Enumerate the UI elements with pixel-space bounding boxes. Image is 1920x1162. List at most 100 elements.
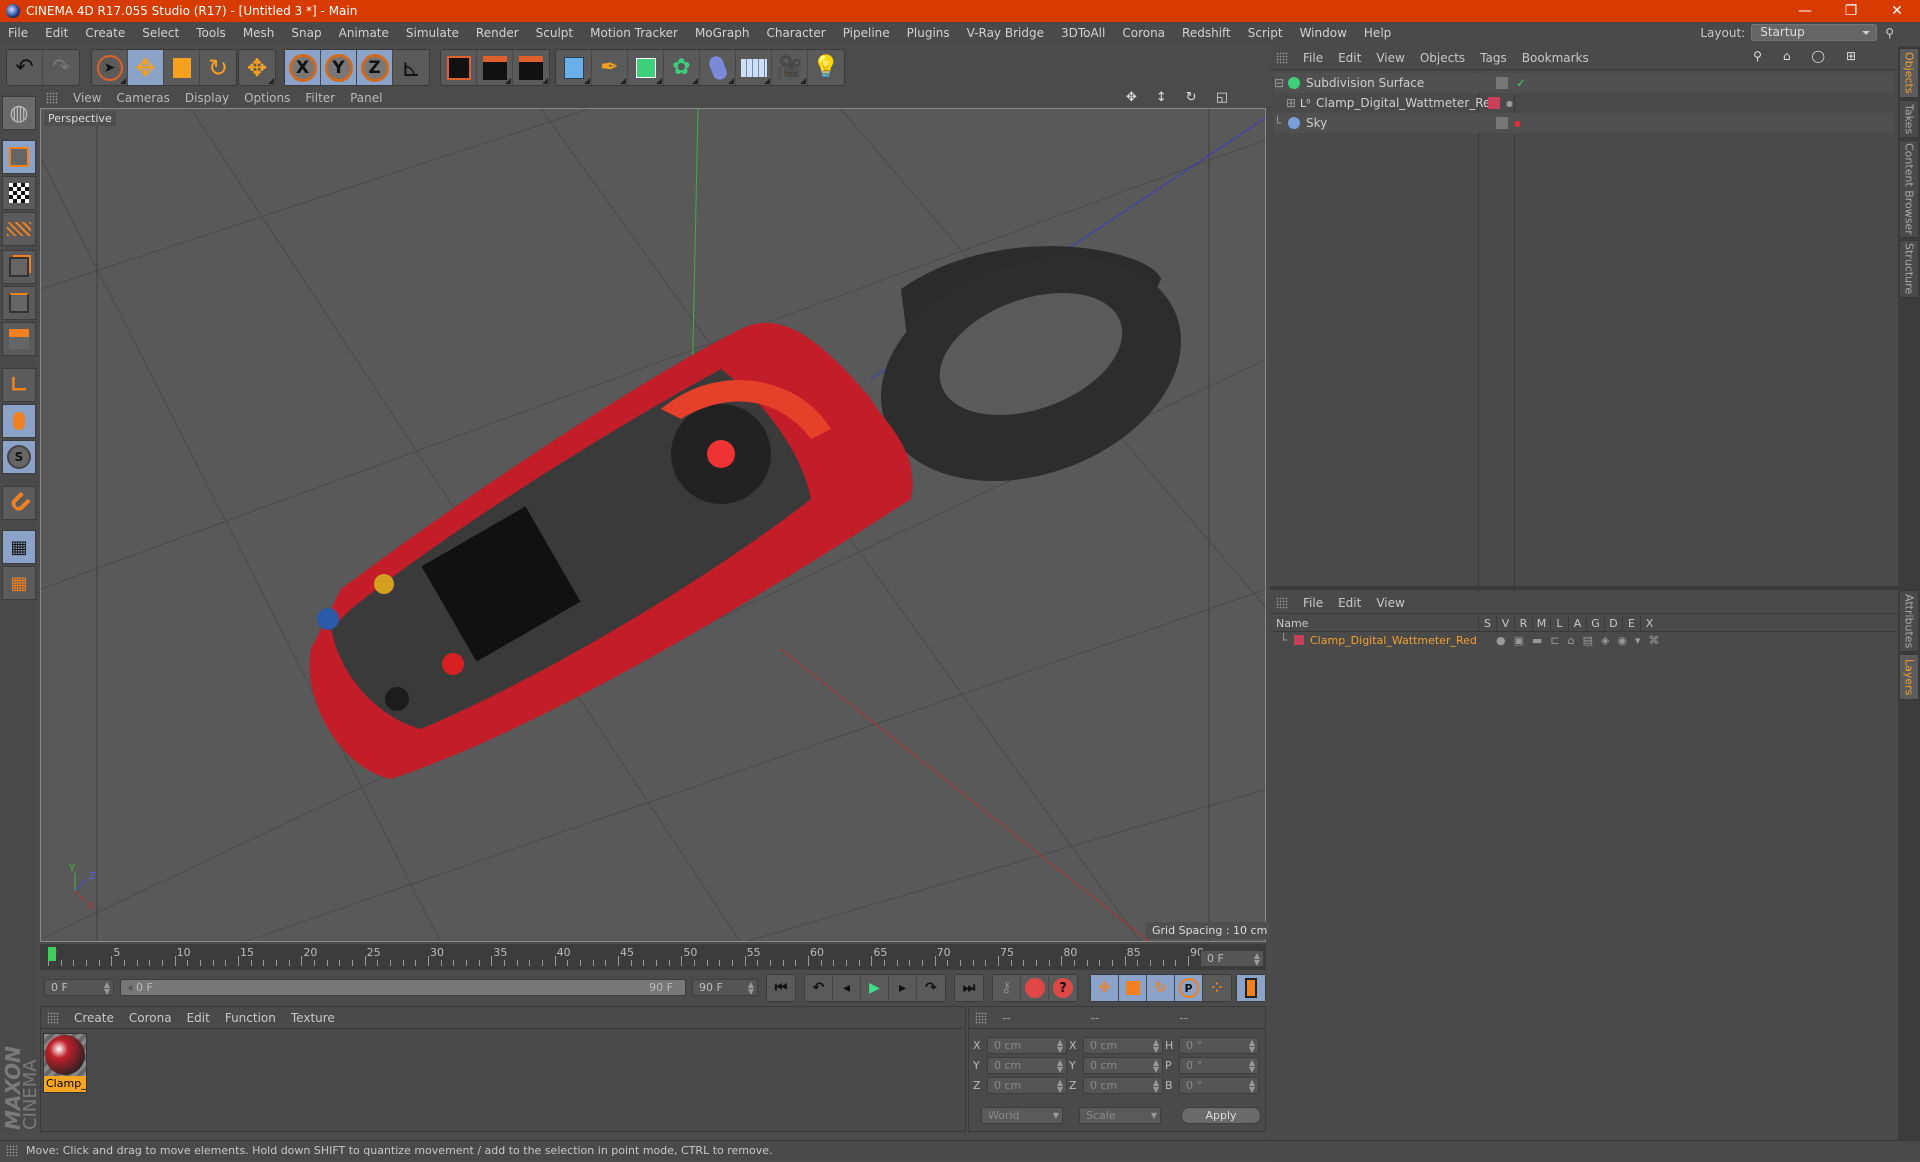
previous-key-button[interactable]: ↶ [805, 975, 833, 1001]
x-axis-lock-button[interactable]: X [285, 50, 321, 85]
visibility-toggle-icon[interactable] [1496, 77, 1508, 89]
transform-mode-dropdown[interactable]: Scale ▼ [1079, 1107, 1161, 1124]
menu-create[interactable]: Create [77, 26, 134, 40]
panel-grip-icon[interactable] [47, 1011, 59, 1024]
y-axis-lock-button[interactable]: Y [321, 50, 357, 85]
panel-grip-icon[interactable] [46, 92, 58, 104]
polygons-mode-button[interactable] [2, 322, 36, 356]
menu-character[interactable]: Character [758, 26, 834, 40]
lm-menu-view[interactable]: View [1376, 596, 1404, 610]
end-frame-field[interactable]: 90 F ▲ ▼ [692, 979, 758, 996]
menu-select[interactable]: Select [134, 26, 188, 40]
layer-column-r[interactable]: R [1514, 616, 1532, 632]
coordinate-system-button[interactable]: ⊾ [393, 50, 429, 85]
make-editable-button[interactable]: ◍ [2, 96, 36, 130]
coord-value-field[interactable]: 0 cm ▲ ▼ [987, 1057, 1067, 1074]
coord-value-field[interactable]: 0 ° ▲ ▼ [1179, 1057, 1259, 1074]
coord-value-field[interactable]: 0 ° ▲ ▼ [1179, 1037, 1259, 1054]
om-menu-objects[interactable]: Objects [1420, 51, 1465, 65]
menu-edit[interactable]: Edit [37, 26, 77, 40]
search-icon[interactable]: ⚲ [1753, 49, 1768, 63]
camera-button[interactable]: 🎥 [772, 50, 808, 85]
deformer-button[interactable] [700, 50, 736, 85]
layer-column-d[interactable]: D [1604, 616, 1622, 632]
menu-sculpt[interactable]: Sculpt [528, 26, 582, 40]
close-button[interactable]: ✕ [1874, 0, 1920, 22]
layer-name[interactable]: Clamp_Digital_Wattmeter_Red [1310, 634, 1490, 647]
collapse-icon[interactable]: ⊟ [1274, 76, 1288, 90]
material-menu-create[interactable]: Create [74, 1011, 114, 1025]
3d-viewport[interactable]: Y Z X [40, 108, 1266, 942]
locked-workplane-button[interactable]: ▦ [2, 530, 36, 564]
tweak-mode-button[interactable] [2, 404, 36, 438]
play-button[interactable]: ▶ [861, 975, 889, 1001]
menu-script[interactable]: Script [1240, 26, 1292, 40]
lm-menu-edit[interactable]: Edit [1338, 596, 1361, 610]
key-position-button[interactable]: ✥ [1091, 975, 1119, 1001]
layer-column-v[interactable]: V [1496, 616, 1514, 632]
restore-button[interactable]: ❐ [1828, 0, 1874, 22]
live-selection-button[interactable]: ➤ [92, 50, 128, 85]
coord-value-field[interactable]: 0 cm ▲ ▼ [987, 1037, 1067, 1054]
coord-value-field[interactable]: 0 cm ▲ ▼ [1083, 1077, 1163, 1094]
expand-icon[interactable]: ⊞ [1286, 96, 1300, 110]
next-key-button[interactable]: ↷ [917, 975, 945, 1001]
current-frame-field[interactable]: 0 F ▲ ▼ [1200, 950, 1264, 967]
panel-grip-icon[interactable] [975, 1011, 987, 1024]
menu-animate[interactable]: Animate [331, 26, 398, 40]
planar-workplane-button[interactable]: ▦ [2, 566, 36, 600]
snap-button[interactable]: U [2, 486, 36, 520]
pan-view-icon[interactable]: ✥ [1126, 90, 1141, 105]
om-menu-tags[interactable]: Tags [1480, 51, 1507, 65]
viewport-menu-options[interactable]: Options [244, 91, 290, 105]
layer-column-e[interactable]: E [1622, 616, 1640, 632]
undo-button[interactable]: ↶ [7, 50, 43, 85]
object-row-subdivision-surface[interactable]: ⊟ Subdivision Surface ✓ [1274, 73, 1894, 93]
move-tool-button[interactable]: ✥ [128, 50, 164, 85]
material-menu-corona[interactable]: Corona [129, 1011, 172, 1025]
menu-file[interactable]: File [0, 26, 37, 40]
viewport-menu-panel[interactable]: Panel [350, 91, 382, 105]
menu-window[interactable]: Window [1292, 26, 1356, 40]
tab-content-browser[interactable]: Content Browser [1899, 140, 1919, 238]
material-menu-texture[interactable]: Texture [291, 1011, 335, 1025]
edges-mode-button[interactable] [2, 286, 36, 320]
zoom-view-icon[interactable]: ↕ [1156, 90, 1171, 105]
visibility-toggle-icon[interactable] [1496, 117, 1508, 129]
playhead-marker[interactable] [48, 947, 56, 961]
cloner-button[interactable]: ✿ [664, 50, 700, 85]
tab-attributes[interactable]: Attributes [1899, 590, 1919, 652]
menu-mograph[interactable]: MoGraph [687, 26, 759, 40]
menu-render[interactable]: Render [468, 26, 528, 40]
menu-snap[interactable]: Snap [283, 26, 330, 40]
key-rotation-button[interactable]: ↻ [1147, 975, 1175, 1001]
viewport-menu-view[interactable]: View [73, 91, 101, 105]
checkmark-icon[interactable]: ✓ [1516, 76, 1526, 90]
solo-button[interactable]: S [2, 440, 36, 474]
layer-column-m[interactable]: M [1532, 616, 1550, 632]
om-menu-bookmarks[interactable]: Bookmarks [1522, 51, 1589, 65]
start-frame-field[interactable]: 0 F ▲ ▼ [44, 979, 114, 996]
menu-simulate[interactable]: Simulate [398, 26, 468, 40]
redo-button[interactable]: ↷ [43, 50, 79, 85]
keyframe-selection-button[interactable]: ? [1049, 975, 1077, 1001]
maximize-view-icon[interactable]: ◱ [1216, 90, 1232, 105]
next-frame-button[interactable]: ▸ [889, 975, 917, 1001]
apply-button[interactable]: Apply [1181, 1107, 1261, 1124]
menu-corona[interactable]: Corona [1114, 26, 1174, 40]
new-panel-icon[interactable]: ⊞ [1846, 49, 1862, 63]
axis-mode-button[interactable]: ∟ [2, 368, 36, 402]
rotate-view-icon[interactable]: ↻ [1186, 90, 1201, 105]
rotate-tool-button[interactable]: ↻ [200, 50, 236, 85]
frame-range-slider[interactable]: ◂ 0 F 90 F [120, 979, 686, 996]
menu-motion-tracker[interactable]: Motion Tracker [582, 26, 687, 40]
render-view-button[interactable] [441, 50, 477, 85]
material-menu-edit[interactable]: Edit [187, 1011, 210, 1025]
menu-help[interactable]: Help [1356, 26, 1400, 40]
viewport-menu-cameras[interactable]: Cameras [116, 91, 169, 105]
menu-pipeline[interactable]: Pipeline [835, 26, 899, 40]
coord-value-field[interactable]: 0 ° ▲ ▼ [1179, 1077, 1259, 1094]
record-keys-button[interactable]: ⚷ [993, 975, 1021, 1001]
key-scale-button[interactable] [1119, 975, 1147, 1001]
render-settings-button[interactable] [513, 50, 549, 85]
